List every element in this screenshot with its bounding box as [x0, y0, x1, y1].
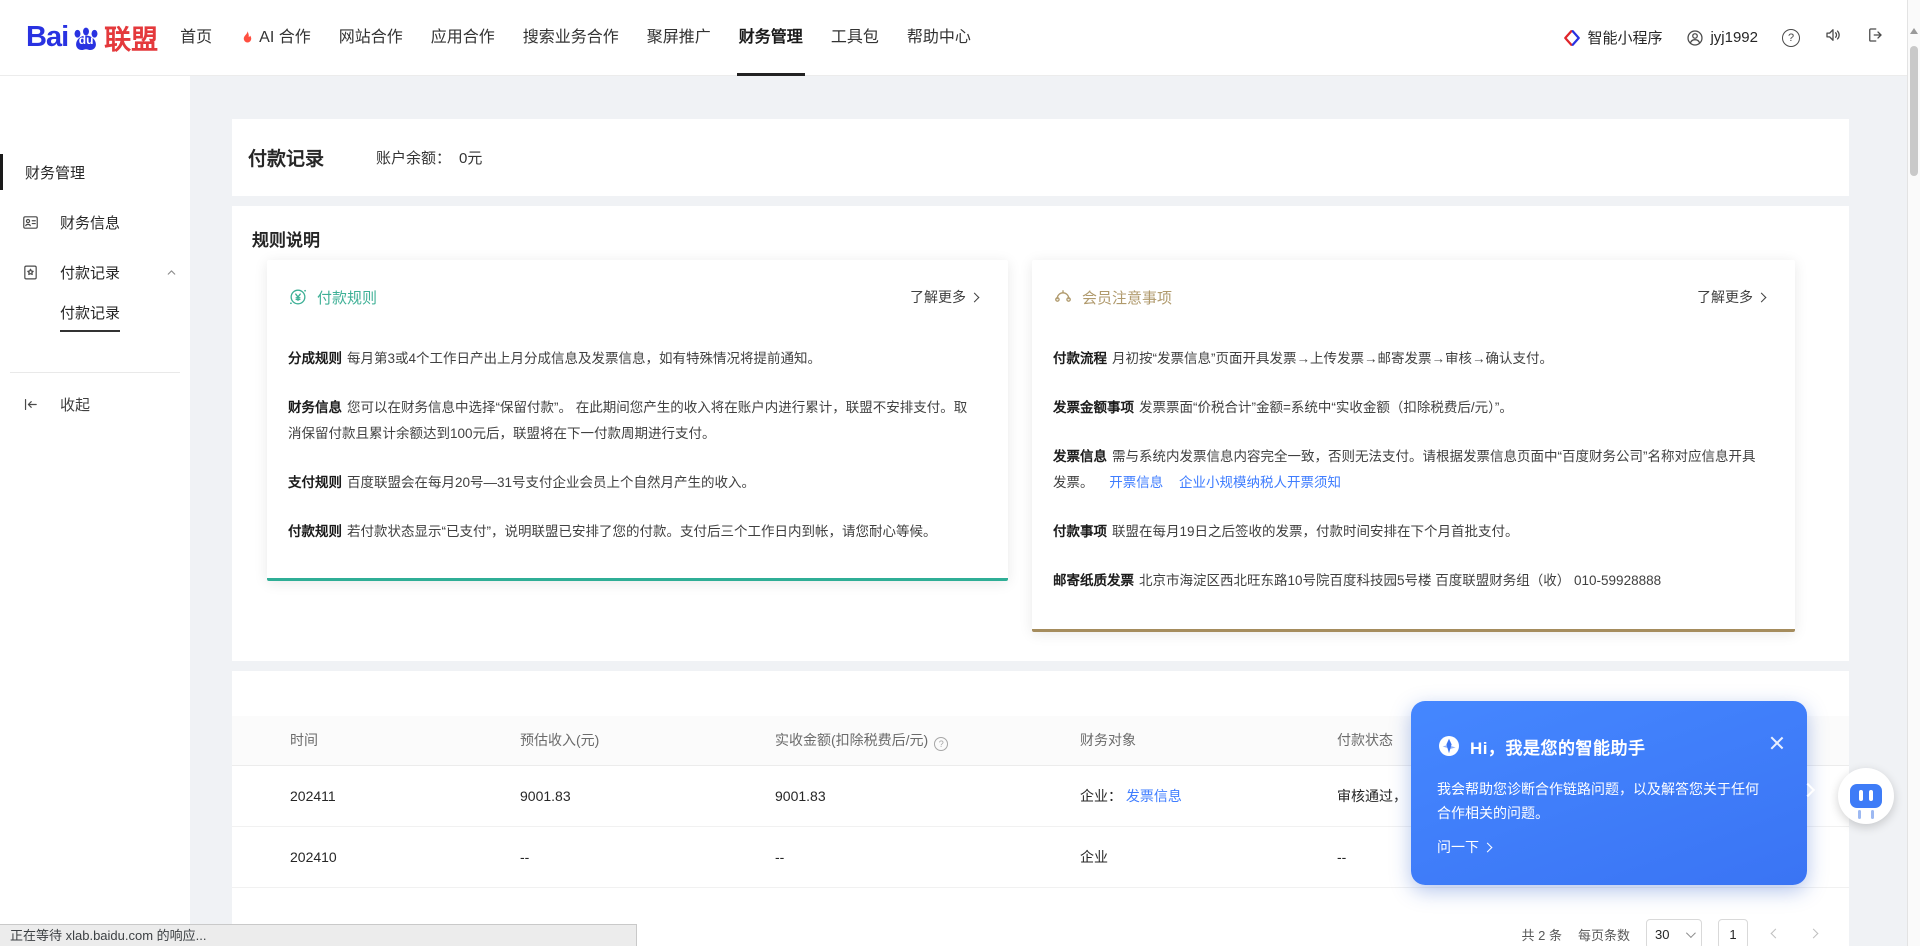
nav-item-website-cooperation[interactable]: 网站合作 — [325, 0, 417, 76]
nav-item-finance-management[interactable]: 财务管理 — [725, 0, 817, 76]
scrollbar-thumb[interactable] — [1910, 46, 1918, 176]
nav-item-home[interactable]: 首页 — [166, 0, 226, 76]
cell-time: 202410 — [232, 826, 520, 887]
assistant-description: 我会帮助您诊断合作链路问题，以及解答您关于任何合作相关的问题。 — [1437, 777, 1767, 825]
id-card-icon — [22, 214, 39, 231]
sidebar-item-finance-info[interactable]: 财务信息 — [0, 210, 190, 234]
service-bell-icon — [1053, 287, 1073, 307]
nav-item-search-business[interactable]: 搜索业务合作 — [509, 0, 633, 76]
member-notes-more-link[interactable]: 了解更多 — [1697, 287, 1765, 307]
ask-assistant-link[interactable]: 问一下 — [1437, 837, 1491, 857]
page-number-1[interactable]: 1 — [1718, 919, 1748, 946]
coin-icon — [288, 287, 308, 307]
logout-icon[interactable] — [1866, 26, 1884, 49]
baidu-union-logo[interactable]: Bai du 联盟 — [26, 18, 158, 57]
cell-actual: 9001.83 — [775, 765, 1080, 826]
main-menu: 首页 AI 合作 网站合作 应用合作 搜索业务合作 聚屏推广 财务管理 工具包 … — [166, 0, 985, 76]
badge-icon — [22, 264, 39, 281]
logo-union-text: 联盟 — [104, 18, 158, 57]
help-icon[interactable] — [1782, 29, 1800, 47]
rule-paragraph: 付款规则若付款状态显示“已支付”，说明联盟已安排了您的付款。支付后三个工作日内到… — [288, 519, 978, 545]
compass-icon — [1437, 734, 1461, 758]
cell-actual: -- — [775, 826, 1080, 887]
smart-mini-program-icon — [1563, 29, 1581, 47]
col-header-finance-object: 财务对象 — [1080, 716, 1337, 765]
sidebar-group-finance-management[interactable]: 财务管理 — [0, 160, 190, 184]
top-navigation: Bai du 联盟 首页 AI 合作 网站合作 应用合作 搜索业务合作 聚屏推广… — [0, 0, 1920, 76]
chevron-up-icon — [165, 266, 178, 279]
chevron-right-icon — [970, 292, 980, 302]
sidebar-item-payment-records[interactable]: 付款记录 — [0, 260, 190, 284]
previous-page-button[interactable] — [1764, 923, 1786, 945]
cell-finance-object: 企业： 发票信息 — [1080, 765, 1337, 826]
sidebar: 财务管理 财务信息 付款记录 付款记录 收起 — [0, 76, 190, 946]
mini-program-link[interactable]: 智能小程序 — [1563, 27, 1662, 48]
nav-item-app-cooperation[interactable]: 应用合作 — [417, 0, 509, 76]
rule-paragraph: 支付规则百度联盟会在每月20号—31号支付企业会员上个自然月产生的收入。 — [288, 470, 978, 496]
page-size-label: 每页条数 — [1578, 925, 1630, 944]
page-title: 付款记录 — [248, 144, 324, 171]
invoice-info-row-link[interactable]: 发票信息 — [1126, 788, 1182, 804]
sidebar-divider — [10, 372, 180, 373]
payment-rules-more-link[interactable]: 了解更多 — [910, 287, 978, 307]
close-icon[interactable] — [1769, 735, 1785, 751]
rule-paragraph: 付款流程月初按“发票信息”页面开具发票→上传发票→邮寄发票→审核→确认支付。 — [1053, 346, 1765, 372]
logo-bai-text: Bai — [26, 21, 68, 54]
nav-item-help-center[interactable]: 帮助中心 — [893, 0, 985, 76]
small-taxpayer-notice-link[interactable]: 企业小规模纳税人开票须知 — [1179, 475, 1341, 490]
balance-value: 0元 — [459, 147, 482, 168]
rules-section: 规则说明 付款规则 了解更多 分成规则每月第3或4个工作日产出上月分成信息及发票… — [232, 206, 1849, 661]
nav-utilities: 智能小程序 jyj1992 — [1563, 26, 1884, 49]
rule-paragraph: 付款事项联盟在每月19日之后签收的发票，付款时间安排在下个月首批支付。 — [1053, 519, 1765, 545]
chevron-right-icon — [1483, 842, 1493, 852]
user-account[interactable]: jyj1992 — [1686, 29, 1758, 47]
chevron-down-icon — [1686, 928, 1696, 938]
user-icon — [1686, 29, 1704, 47]
pagination: 共 2 条 每页条数 30 1 — [1522, 919, 1824, 946]
rule-paragraph: 财务信息您可以在财务信息中选择“保留付款”。 在此期间您产生的收入将在账户内进行… — [288, 395, 978, 447]
col-header-actual-amount: 实收金额(扣除税费后/元) — [775, 716, 1080, 765]
sound-icon[interactable] — [1824, 26, 1842, 49]
collapse-icon — [22, 396, 39, 413]
vertical-scrollbar[interactable] — [1907, 0, 1920, 946]
scroll-up-arrow-icon[interactable] — [1910, 28, 1918, 34]
nav-item-toolkit[interactable]: 工具包 — [817, 0, 893, 76]
sidebar-collapse-button[interactable]: 收起 — [0, 392, 190, 416]
sidebar-subitem-payment-records[interactable]: 付款记录 — [0, 305, 190, 329]
logo-du-text: du — [79, 33, 94, 47]
payment-rules-title: 付款规则 — [317, 287, 377, 308]
rule-paragraph: 邮寄纸质发票北京市海淀区西北旺东路10号院百度科技园5号楼 百度联盟财务组（收）… — [1053, 568, 1765, 594]
col-header-estimated-income: 预估收入(元) — [520, 716, 775, 765]
page-size-select[interactable]: 30 — [1646, 919, 1702, 946]
cell-time: 202411 — [232, 765, 520, 826]
assistant-greeting: Hi，我是您的智能助手 — [1470, 734, 1646, 759]
browser-status-bar: 正在等待 xlab.baidu.com 的响应... — [0, 924, 637, 946]
member-notes-title: 会员注意事项 — [1082, 287, 1172, 308]
next-page-button[interactable] — [1802, 923, 1824, 945]
col-header-time: 时间 — [232, 716, 520, 765]
cell-estimated: 9001.83 — [520, 765, 775, 826]
rules-section-title: 规则说明 — [252, 226, 320, 251]
rule-paragraph: 发票信息需与系统内发票信息内容完全一致，否则无法支付。请根据发票信息页面中“百度… — [1053, 444, 1765, 496]
chevron-right-icon — [1757, 292, 1767, 302]
payment-rules-card: 付款规则 了解更多 分成规则每月第3或4个工作日产出上月分成信息及发票信息，如有… — [267, 260, 1008, 581]
cell-finance-object: 企业 — [1080, 826, 1337, 887]
cell-estimated: -- — [520, 826, 775, 887]
payment-summary-card: 付款记录 账户余额： 0元 — [232, 119, 1849, 196]
rule-paragraph: 分成规则每月第3或4个工作日产出上月分成信息及发票信息，如有特殊情况将提前通知。 — [288, 346, 978, 372]
nav-item-ai-cooperation[interactable]: AI 合作 — [226, 0, 325, 76]
balance-label: 账户余额： — [376, 147, 451, 168]
rule-paragraph: 发票金额事项发票票面“价税合计”金额=系统中“实收金额（扣除税费后/元）”。 — [1053, 395, 1765, 421]
smart-assistant-popup: Hi，我是您的智能助手 我会帮助您诊断合作链路问题，以及解答您关于任何合作相关的… — [1411, 701, 1807, 885]
total-count: 共 2 条 — [1522, 925, 1562, 944]
paw-icon: du — [69, 21, 103, 55]
info-icon[interactable] — [934, 737, 948, 751]
flame-icon — [240, 29, 255, 46]
robot-icon — [1850, 784, 1882, 808]
nav-item-screen-promotion[interactable]: 聚屏推广 — [633, 0, 725, 76]
invoice-info-link[interactable]: 开票信息 — [1109, 475, 1163, 490]
member-notes-card: 会员注意事项 了解更多 付款流程月初按“发票信息”页面开具发票→上传发票→邮寄发… — [1032, 260, 1795, 632]
assistant-robot-button[interactable] — [1838, 768, 1894, 824]
